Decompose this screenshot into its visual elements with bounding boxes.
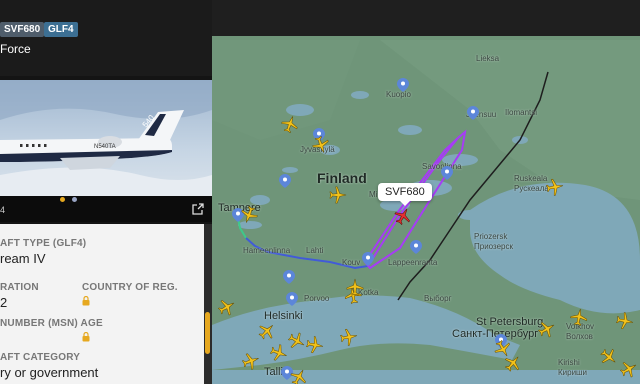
- carousel-dot-active[interactable]: [60, 197, 65, 202]
- airplane-icon[interactable]: [339, 327, 360, 348]
- city-label: Кириши: [558, 368, 587, 377]
- city-label: Ilomantsi: [505, 108, 538, 117]
- aircraft-photo-image: N540TA 540: [0, 80, 212, 208]
- airplane-icon[interactable]: [615, 311, 636, 332]
- country-of-reg-label: COUNTRY OF REG.: [82, 282, 178, 293]
- carousel-dot[interactable]: [72, 197, 77, 202]
- location-pin-icon[interactable]: [441, 166, 453, 180]
- tail-number-text: N540TA: [94, 144, 116, 150]
- photo-registration: 4: [0, 205, 6, 215]
- location-pin-icon[interactable]: [397, 78, 409, 92]
- registration-label: RATION: [0, 282, 39, 293]
- airplane-icon[interactable]: [305, 335, 326, 356]
- aircraft-type-label: AFT TYPE (GLF4): [0, 238, 87, 249]
- expand-icon[interactable]: [192, 203, 204, 215]
- selected-flight-tooltip[interactable]: SVF680: [378, 183, 432, 206]
- location-pin-icon[interactable]: [467, 106, 479, 120]
- scrollbar-thumb[interactable]: [205, 312, 210, 354]
- scrollbar-track[interactable]: [204, 224, 212, 384]
- location-pin-icon[interactable]: [362, 252, 374, 266]
- aircraft-details: AFT TYPE (GLF4) ream IV RATION 2 COUNTRY…: [0, 224, 204, 384]
- aircraft-type-badge: GLF4: [44, 22, 78, 37]
- panel-header: SVF680 GLF4 Force: [0, 0, 212, 76]
- location-pin-icon[interactable]: [283, 270, 295, 284]
- flight-details-panel: SVF680 GLF4 Force N540TA 540 4 AFT TYPE: [0, 0, 212, 384]
- location-pin-icon[interactable]: [279, 174, 291, 188]
- airplane-icon[interactable]: [346, 278, 364, 296]
- airplane-icon[interactable]: [329, 186, 347, 204]
- aircraft-type-value: ream IV: [0, 251, 46, 266]
- serial-number-label: NUMBER (MSN) AGE: [0, 318, 103, 329]
- lock-icon[interactable]: [82, 296, 90, 306]
- city-label: Выборг: [424, 294, 452, 303]
- aircraft-photo[interactable]: N540TA 540: [0, 80, 212, 208]
- lock-icon[interactable]: [82, 332, 90, 342]
- city-label: Lappeenranta: [388, 258, 438, 267]
- city-label: Kirishi: [558, 358, 580, 367]
- city-label: Mi: [369, 190, 378, 199]
- airplane-icon[interactable]: [545, 177, 566, 198]
- registration-value: 2: [0, 295, 8, 310]
- city-label: Волхов: [566, 332, 593, 341]
- city-label: Приозерск: [474, 242, 514, 251]
- city-label: Рускеала: [514, 184, 549, 193]
- aircraft-category-label: AFT CATEGORY: [0, 352, 81, 363]
- location-pin-icon[interactable]: [410, 240, 422, 254]
- photo-footer: [0, 196, 212, 222]
- city-label: Lieksa: [476, 54, 500, 63]
- city-label: Priozersk: [474, 232, 508, 241]
- city-label: Ruskeala: [514, 174, 548, 183]
- airplane-icon[interactable]: [569, 307, 590, 328]
- city-label: Lahti: [306, 246, 324, 255]
- aircraft-category-value: ry or government: [0, 365, 99, 380]
- city-label: Porvoo: [304, 294, 330, 303]
- location-pin-icon[interactable]: [286, 292, 298, 306]
- city-label: Kouv: [342, 258, 361, 267]
- operator-name: Force: [0, 42, 31, 56]
- city-label: St Petersburg: [476, 316, 544, 328]
- callsign-badge: SVF680: [0, 22, 45, 37]
- country-label: Finland: [317, 170, 367, 186]
- city-label: Hameenlinna: [243, 246, 291, 255]
